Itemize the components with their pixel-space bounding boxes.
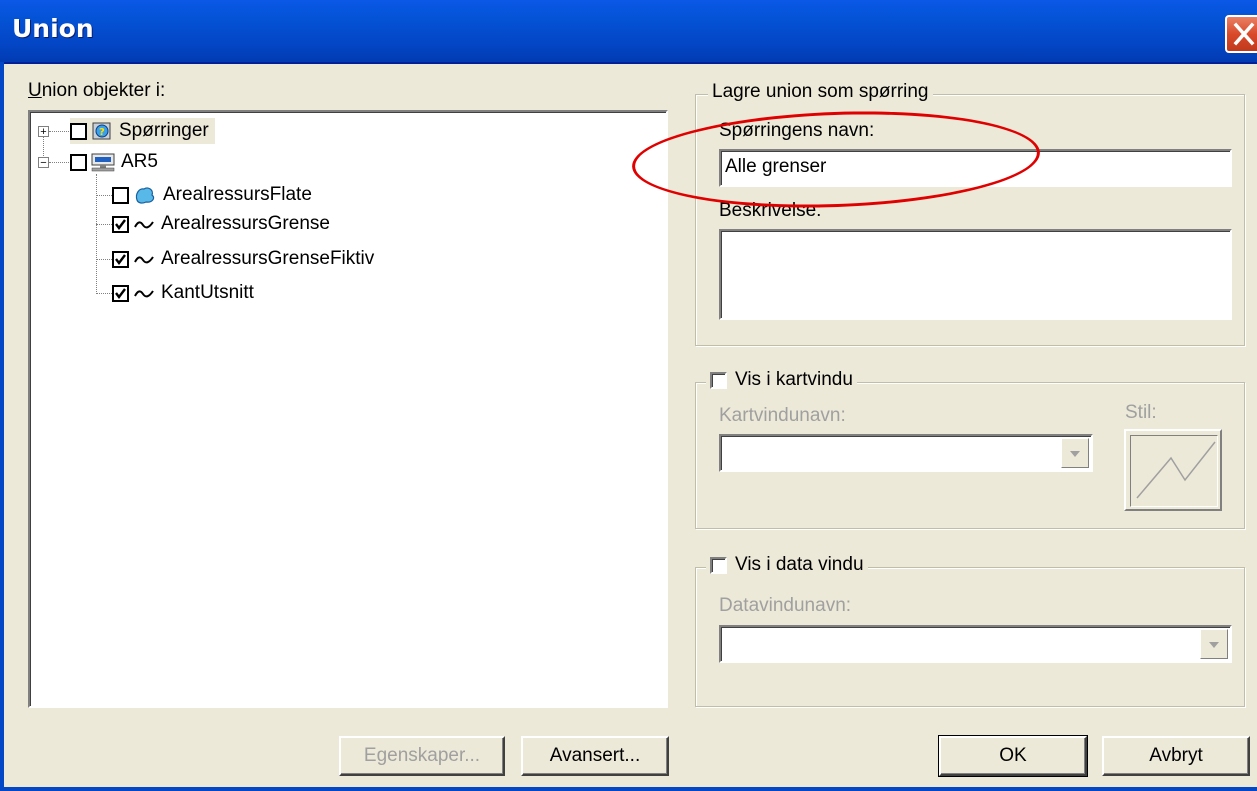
chevron-down-icon[interactable]: [1061, 438, 1089, 468]
svg-text:?: ?: [99, 127, 105, 138]
show-in-map-label[interactable]: Vis i kartvindu: [735, 369, 853, 391]
title-bar[interactable]: Union: [0, 0, 1257, 64]
union-objects-label-text: nion objekter i:: [41, 80, 166, 101]
tree-line: [49, 131, 71, 132]
window-title: Union: [12, 14, 94, 43]
style-preview: [1130, 435, 1218, 507]
tree-checkbox[interactable]: [70, 153, 87, 171]
tree-item-label: AR5: [121, 151, 158, 172]
line-icon: [134, 290, 154, 298]
description-textarea[interactable]: [719, 229, 1232, 320]
expand-icon[interactable]: +: [38, 126, 49, 138]
tree-line: [96, 259, 112, 260]
map-window-group-title: Vis i kartvindu: [706, 369, 857, 391]
union-objects-label: Union objekter i:: [28, 80, 166, 101]
properties-button[interactable]: Egenskaper...: [339, 736, 505, 776]
tree-item-arealressursgrense[interactable]: ArealressursGrense: [112, 211, 330, 237]
save-query-group-title: Lagre union som spørring: [708, 81, 933, 103]
show-in-map-checkbox[interactable]: [710, 371, 727, 389]
tree-item-label: Spørringer: [119, 120, 209, 141]
close-icon: [1233, 22, 1255, 46]
close-button[interactable]: [1225, 15, 1257, 53]
tree-item-arealressursgrensefiktiv[interactable]: ArealressursGrenseFiktiv: [112, 246, 374, 272]
collapse-icon[interactable]: −: [38, 157, 49, 169]
tree-checkbox[interactable]: [112, 250, 129, 268]
tree-item-kantutsnitt[interactable]: KantUtsnitt: [112, 280, 254, 306]
line-icon: [134, 221, 154, 229]
map-window-name-combo[interactable]: [719, 434, 1093, 472]
database-server-icon: [91, 153, 115, 172]
check-icon: [115, 253, 126, 265]
tree-item-label: KantUtsnitt: [161, 282, 254, 303]
properties-button-label: Egenskaper...: [363, 745, 481, 766]
window-frame-bottom: [0, 787, 1257, 791]
chevron-down-icon[interactable]: [1200, 629, 1228, 659]
union-dialog: Union Union objekter i: + ? Spørringer −: [0, 0, 1257, 791]
advanced-button-label: Avansert...: [549, 745, 641, 766]
tree-checkbox[interactable]: [112, 284, 129, 302]
tree-checkbox[interactable]: [112, 215, 129, 233]
tree-line: [49, 162, 71, 163]
tree-item-arealressursflate[interactable]: ArealressursFlate: [112, 182, 312, 208]
data-window-name-label: Datavindunavn:: [719, 595, 852, 616]
advanced-button[interactable]: Avansert...: [521, 736, 669, 776]
line-style-icon: [1136, 441, 1216, 499]
tree-checkbox[interactable]: [70, 122, 87, 140]
style-button[interactable]: [1124, 429, 1222, 511]
data-window-group-title: Vis i data vindu: [706, 554, 868, 576]
tree-checkbox[interactable]: [112, 186, 129, 204]
check-icon: [115, 218, 126, 230]
line-icon: [134, 256, 154, 264]
cancel-button[interactable]: Avbryt: [1102, 736, 1250, 776]
window-frame-left: [0, 62, 4, 791]
tree-line: [96, 174, 97, 294]
ok-button[interactable]: OK: [938, 735, 1088, 777]
tree-line: [96, 293, 112, 294]
check-icon: [115, 287, 126, 299]
tree-item-sporringer[interactable]: ? Spørringer: [70, 118, 215, 144]
tree-item-label: ArealressursFlate: [163, 184, 312, 205]
style-label: Stil:: [1125, 402, 1157, 423]
tree-line: [96, 195, 112, 196]
ok-button-label: OK: [999, 745, 1027, 766]
cancel-button-label: Avbryt: [1149, 745, 1203, 766]
tree-line: [96, 224, 112, 225]
tree-item-label: ArealressursGrense: [161, 213, 330, 234]
query-folder-icon: ?: [92, 122, 111, 140]
show-in-data-checkbox[interactable]: [710, 556, 727, 574]
tree-item-ar5[interactable]: AR5: [70, 149, 158, 175]
show-in-data-label[interactable]: Vis i data vindu: [735, 554, 864, 576]
map-window-name-label: Kartvindunavn:: [719, 405, 846, 426]
data-window-name-combo[interactable]: [719, 625, 1232, 663]
polygon-area-icon: [135, 187, 155, 204]
tree-item-label: ArealressursGrenseFiktiv: [161, 248, 375, 269]
union-objects-tree[interactable]: + ? Spørringer − AR5 ArealressursFlate A…: [28, 110, 668, 708]
